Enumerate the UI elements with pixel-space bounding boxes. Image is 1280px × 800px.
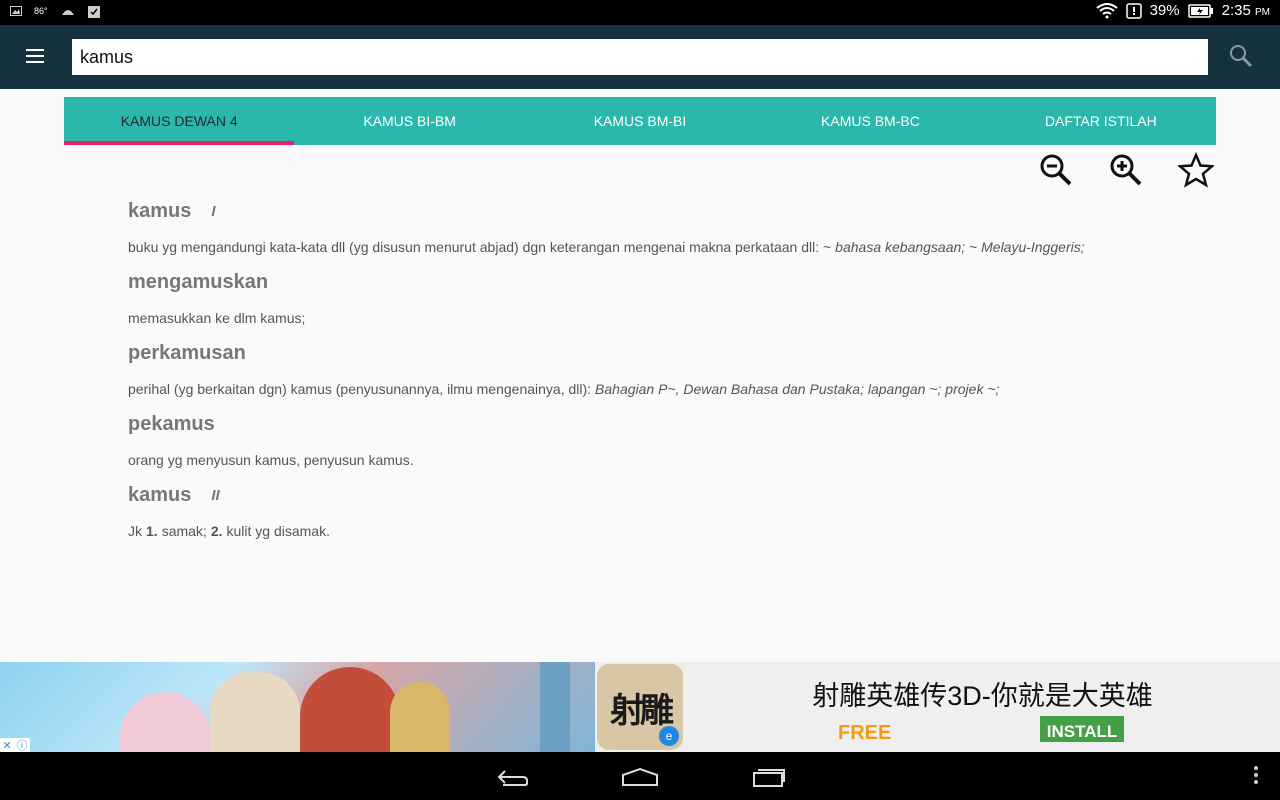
dictionary-content: kamus I buku yg mengandungi kata-kata dl… [128,196,1218,551]
sense-text: kulit yg disamak. [226,522,330,539]
zoom-out-button[interactable] [1036,150,1076,190]
recents-icon [753,769,785,787]
alert-icon [1125,2,1142,19]
definition-text: orang yg menyusun kamus, penyusun kamus. [128,451,414,468]
search-button[interactable] [1228,43,1260,73]
system-nav-bar [0,752,1280,800]
star-icon [1178,152,1214,188]
entry-headword: kamus I [128,196,1218,226]
entry-definition: orang yg menyusun kamus, penyusun kamus. [128,439,1218,480]
menu-button[interactable] [20,45,52,69]
android-notification-icon [61,10,74,15]
entry-headword: kamus II [128,480,1218,510]
search-input[interactable] [72,39,1208,75]
clipboard-check-icon [87,6,100,18]
entry-definition: memasukkan ke dlm kamus; [128,297,1218,338]
zoom-out-icon [1040,154,1072,186]
headword-text: perkamusan [128,341,246,364]
ad-logo-text: 射雕 [610,690,674,731]
status-right: 39% 2:35 PM [1095,2,1270,19]
clock-time: 2:35 PM [1221,2,1270,19]
sense-text: samak; [161,522,207,539]
temperature-text: 86° [34,6,48,16]
headword-text: kamus [128,483,192,506]
more-vertical-icon [1254,766,1258,770]
ad-app-logo[interactable]: 射雕 e [597,664,683,750]
browser-badge-icon: e [659,726,679,746]
dictionary-tabs: KAMUS DEWAN 4 KAMUS BI-BM KAMUS BM-BI KA… [64,97,1216,145]
back-icon [497,770,528,786]
entry-definition: buku yg mengandungi kata-kata dll (yg di… [128,226,1218,267]
ad-game-artwork[interactable] [0,662,595,752]
definition-example: Bahagian P~, Dewan Bahasa dan Pustaka; l… [595,380,1000,397]
tab-kamus-bm-bi[interactable]: KAMUS BM-BI [525,97,755,145]
definition-prefix: Jk [128,522,142,539]
definition-text: memasukkan ke dlm kamus; [128,309,306,326]
headword-text: mengamuskan [128,270,269,293]
definition-example: bahasa kebangsaan; ~ Melayu-Inggeris; [835,238,1085,255]
sense-number: 2. [210,522,223,539]
entry-definition: Jk 1. samak; 2. kulit yg disamak. [128,510,1218,551]
battery-icon [1187,3,1213,18]
tab-kamus-dewan-4[interactable]: KAMUS DEWAN 4 [64,97,295,145]
favorite-button[interactable] [1176,150,1216,190]
definition-text: perihal (yg berkaitan dgn) kamus (penyus… [128,380,592,397]
back-button[interactable] [492,764,532,790]
entry-definition: perihal (yg berkaitan dgn) kamus (penyus… [128,368,1218,409]
content-toolbar [1036,150,1216,190]
zoom-in-icon [1110,154,1142,186]
recents-button[interactable] [748,764,788,790]
search-icon [1230,45,1253,68]
wifi-icon [1095,2,1118,18]
overflow-menu-button[interactable] [1252,766,1260,788]
tab-daftar-istilah[interactable]: DAFTAR ISTILAH [986,97,1216,145]
info-icon: ⓘ [16,740,28,752]
app-bar [0,25,1280,89]
hamburger-icon [26,49,44,51]
headword-text: kamus [128,199,192,222]
tab-kamus-bi-bm[interactable]: KAMUS BI-BM [294,97,524,145]
entry-headword: perkamusan [128,338,1218,368]
status-left: 86° [10,4,100,18]
home-icon [622,767,658,786]
zoom-in-button[interactable] [1106,150,1146,190]
status-bar: 86° 39% 2:35 PM [0,0,1280,25]
close-icon: ✕ [2,739,12,752]
entry-headword: pekamus [128,409,1218,439]
home-button[interactable] [620,764,660,790]
homograph-number: II [211,486,220,504]
ad-choices-button[interactable]: ✕ ⓘ [0,738,30,752]
ad-free-label: FREE [838,722,892,744]
sense-number: 1. [146,522,158,539]
tab-kamus-bm-bc[interactable]: KAMUS BM-BC [755,97,985,145]
ad-install-button[interactable]: INSTALL [1040,716,1124,742]
ad-title[interactable]: 射雕英雄传3D-你就是大英雄 [685,674,1280,713]
ad-banner[interactable]: ✕ ⓘ 射雕 e 射雕英雄传3D-你就是大英雄 FREE INSTALL [0,662,1280,752]
entry-headword: mengamuskan [128,267,1218,297]
definition-text: buku yg mengandungi kata-kata dll (yg di… [128,238,832,255]
homograph-number: I [211,202,216,220]
image-notification-icon [10,6,22,16]
battery-percent: 39% [1149,2,1180,19]
headword-text: pekamus [128,412,215,435]
